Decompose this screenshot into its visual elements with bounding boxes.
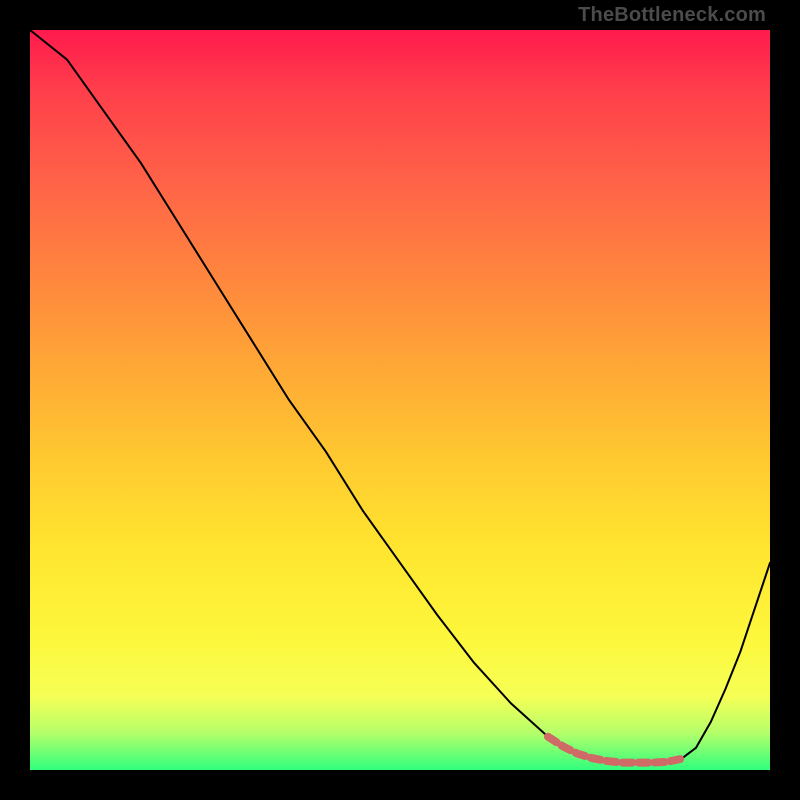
chart-frame: TheBottleneck.com	[0, 0, 800, 800]
plot-area	[30, 30, 770, 770]
watermark-text: TheBottleneck.com	[578, 4, 766, 27]
bottleneck-curve	[30, 30, 770, 763]
curve-layer	[30, 30, 770, 770]
optimal-band	[548, 737, 681, 763]
